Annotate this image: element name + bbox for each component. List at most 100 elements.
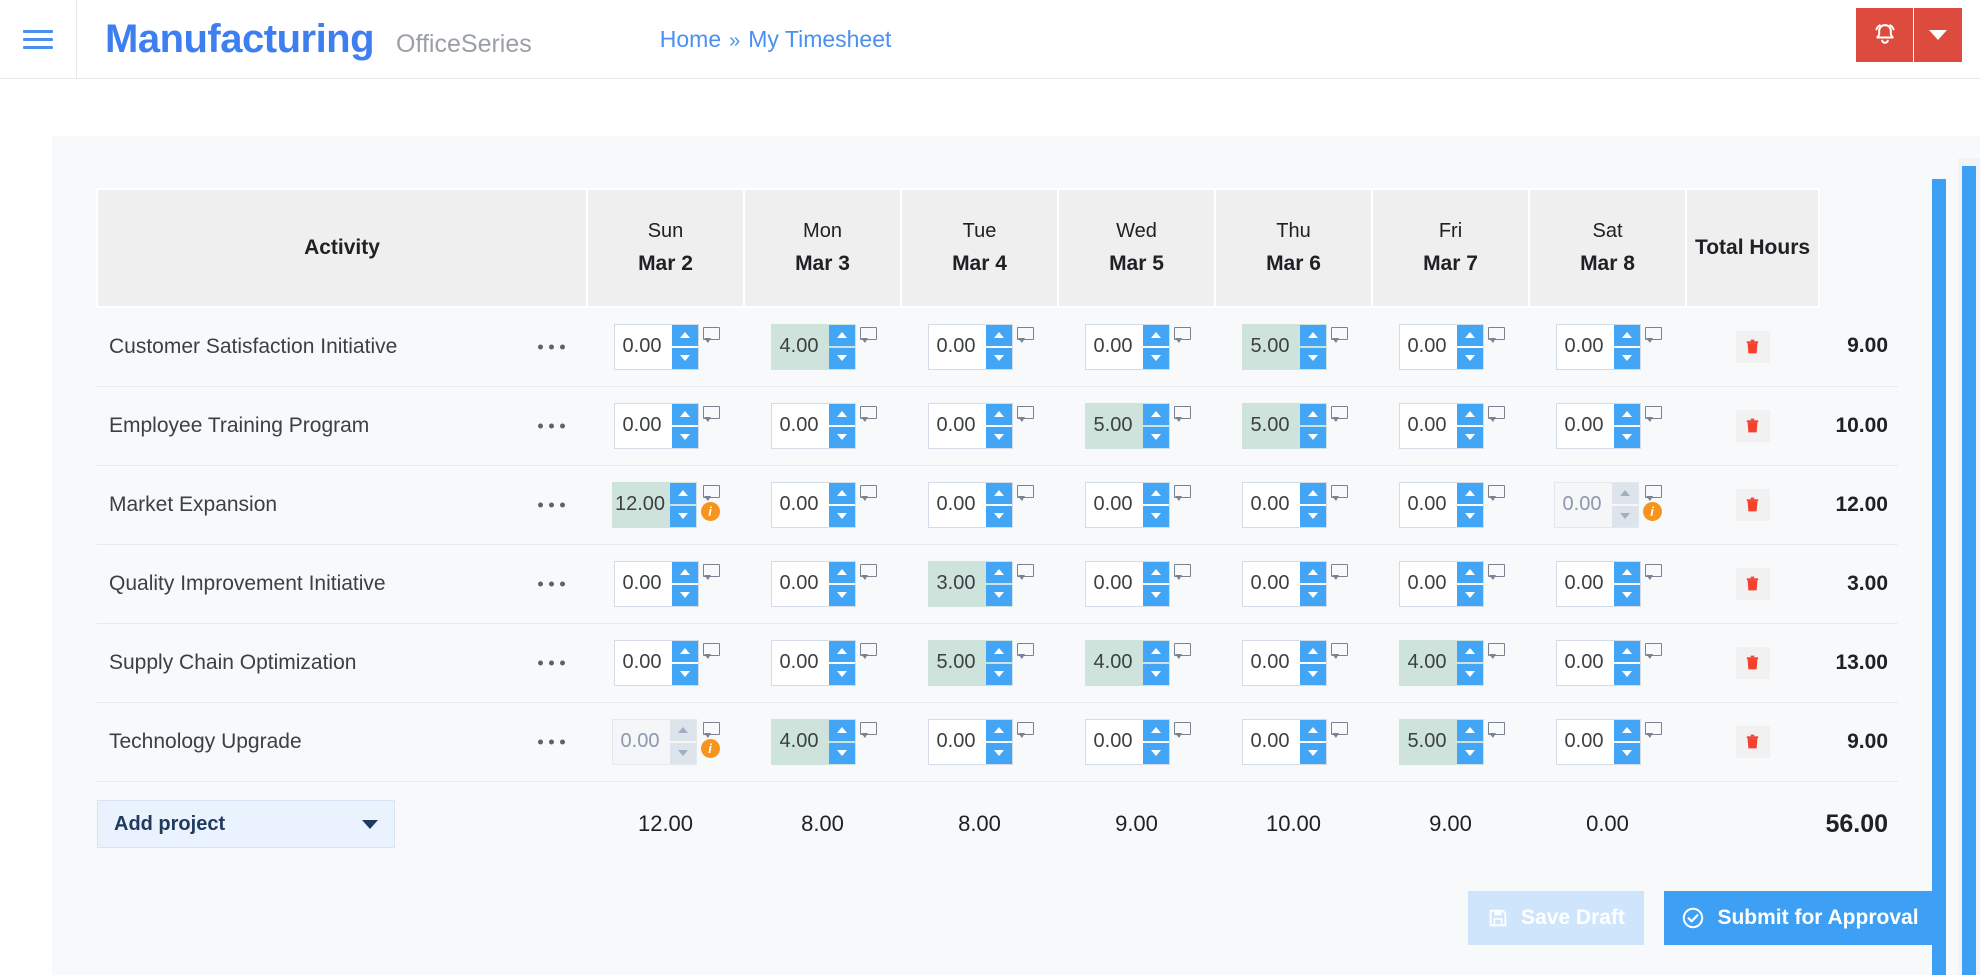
hours-input-5[interactable]: 0.00	[1398, 481, 1484, 528]
spinner[interactable]	[1142, 324, 1169, 369]
spinner-up-button[interactable]	[828, 482, 855, 504]
spinner-up-button[interactable]	[1299, 324, 1326, 346]
breadcrumb-current[interactable]: My Timesheet	[748, 26, 891, 53]
spinner-up-button[interactable]	[669, 482, 696, 504]
comment-icon[interactable]	[702, 405, 720, 422]
comment-icon[interactable]	[702, 326, 720, 343]
hours-input-6[interactable]: 0.00	[1555, 718, 1641, 765]
hours-input-5[interactable]: 4.00	[1398, 639, 1484, 686]
comment-icon[interactable]	[859, 563, 877, 580]
info-icon[interactable]: i	[700, 738, 720, 758]
page-scrollbar[interactable]	[1958, 158, 1980, 975]
spinner-up-button[interactable]	[671, 561, 698, 583]
hours-input-5[interactable]: 0.00	[1398, 323, 1484, 370]
spinner-down-button[interactable]	[1456, 663, 1483, 685]
spinner-down-button[interactable]	[828, 347, 855, 369]
spinner[interactable]	[828, 640, 855, 685]
hours-input-2[interactable]: 0.00	[927, 402, 1013, 449]
ellipsis-icon[interactable]	[538, 423, 565, 428]
comment-icon[interactable]	[1644, 721, 1662, 738]
spinner-down-button[interactable]	[669, 742, 696, 764]
spinner-down-button[interactable]	[828, 426, 855, 448]
hours-input-4[interactable]: 0.00	[1241, 560, 1327, 607]
comment-icon[interactable]	[1173, 563, 1191, 580]
spinner[interactable]	[669, 719, 696, 764]
spinner-up-button[interactable]	[1456, 403, 1483, 425]
spinner-down-button[interactable]	[1456, 426, 1483, 448]
comment-icon[interactable]	[1487, 484, 1505, 501]
hours-input-2[interactable]: 5.00	[927, 639, 1013, 686]
comment-icon[interactable]	[1173, 484, 1191, 501]
hours-input-1[interactable]: 0.00	[770, 639, 856, 686]
spinner-down-button[interactable]	[985, 347, 1012, 369]
spinner-up-button[interactable]	[1299, 403, 1326, 425]
comment-icon[interactable]	[1330, 326, 1348, 343]
comment-icon[interactable]	[1016, 326, 1034, 343]
hours-input-6[interactable]: 0.00	[1555, 639, 1641, 686]
spinner[interactable]	[1299, 482, 1326, 527]
comment-icon[interactable]	[1330, 642, 1348, 659]
spinner-down-button[interactable]	[1613, 426, 1640, 448]
spinner-up-button[interactable]	[1613, 719, 1640, 741]
comment-icon[interactable]	[1487, 642, 1505, 659]
spinner-up-button[interactable]	[1142, 324, 1169, 346]
notification-bell-button[interactable]	[1856, 8, 1914, 62]
comment-icon[interactable]	[1487, 721, 1505, 738]
spinner-up-button[interactable]	[1299, 482, 1326, 504]
hours-input-1[interactable]: 4.00	[770, 718, 856, 765]
hours-input-0[interactable]: 0.00	[613, 402, 699, 449]
ellipsis-icon[interactable]	[538, 344, 565, 350]
spinner-up-button[interactable]	[1299, 719, 1326, 741]
spinner-up-button[interactable]	[1456, 561, 1483, 583]
spinner-down-button[interactable]	[1456, 505, 1483, 527]
notification-dropdown-button[interactable]	[1914, 8, 1962, 62]
spinner[interactable]	[985, 324, 1012, 369]
spinner-up-button[interactable]	[828, 640, 855, 662]
spinner[interactable]	[1613, 324, 1640, 369]
save-draft-button[interactable]: Save Draft	[1468, 891, 1644, 945]
ellipsis-icon[interactable]	[538, 581, 565, 586]
comment-icon[interactable]	[1644, 642, 1662, 659]
delete-row-button[interactable]	[1735, 409, 1770, 442]
spinner[interactable]	[828, 482, 855, 527]
hours-input-2[interactable]: 0.00	[927, 481, 1013, 528]
spinner-down-button[interactable]	[1142, 426, 1169, 448]
hours-input-0[interactable]: 12.00	[611, 481, 697, 528]
spinner[interactable]	[1611, 482, 1638, 527]
spinner-up-button[interactable]	[1142, 561, 1169, 583]
spinner[interactable]	[1613, 719, 1640, 764]
hours-input-3[interactable]: 0.00	[1084, 718, 1170, 765]
spinner-up-button[interactable]	[1142, 403, 1169, 425]
hours-input-3[interactable]: 0.00	[1084, 323, 1170, 370]
hours-input-0[interactable]: 0.00	[613, 323, 699, 370]
spinner-down-button[interactable]	[1613, 663, 1640, 685]
spinner[interactable]	[1613, 403, 1640, 448]
comment-icon[interactable]	[1173, 326, 1191, 343]
spinner-up-button[interactable]	[828, 561, 855, 583]
spinner-down-button[interactable]	[1142, 742, 1169, 764]
spinner-down-button[interactable]	[1142, 584, 1169, 606]
spinner-up-button[interactable]	[1142, 719, 1169, 741]
spinner-down-button[interactable]	[1456, 584, 1483, 606]
spinner[interactable]	[1142, 719, 1169, 764]
spinner[interactable]	[828, 324, 855, 369]
spinner[interactable]	[671, 403, 698, 448]
ellipsis-icon[interactable]	[538, 660, 565, 665]
spinner-down-button[interactable]	[671, 347, 698, 369]
spinner-down-button[interactable]	[1142, 505, 1169, 527]
spinner-down-button[interactable]	[1456, 742, 1483, 764]
info-icon[interactable]: i	[700, 501, 720, 521]
spinner-down-button[interactable]	[828, 663, 855, 685]
delete-row-button[interactable]	[1735, 488, 1770, 521]
hours-input-6[interactable]: 0.00	[1555, 402, 1641, 449]
spinner[interactable]	[1142, 482, 1169, 527]
hours-input-1[interactable]: 4.00	[770, 323, 856, 370]
comment-icon[interactable]	[1330, 484, 1348, 501]
add-project-dropdown[interactable]: Add project	[97, 800, 395, 849]
comment-icon[interactable]	[1330, 563, 1348, 580]
spinner-up-button[interactable]	[1142, 482, 1169, 504]
spinner-up-button[interactable]	[1613, 561, 1640, 583]
spinner[interactable]	[985, 482, 1012, 527]
comment-icon[interactable]	[1330, 405, 1348, 422]
spinner[interactable]	[671, 324, 698, 369]
